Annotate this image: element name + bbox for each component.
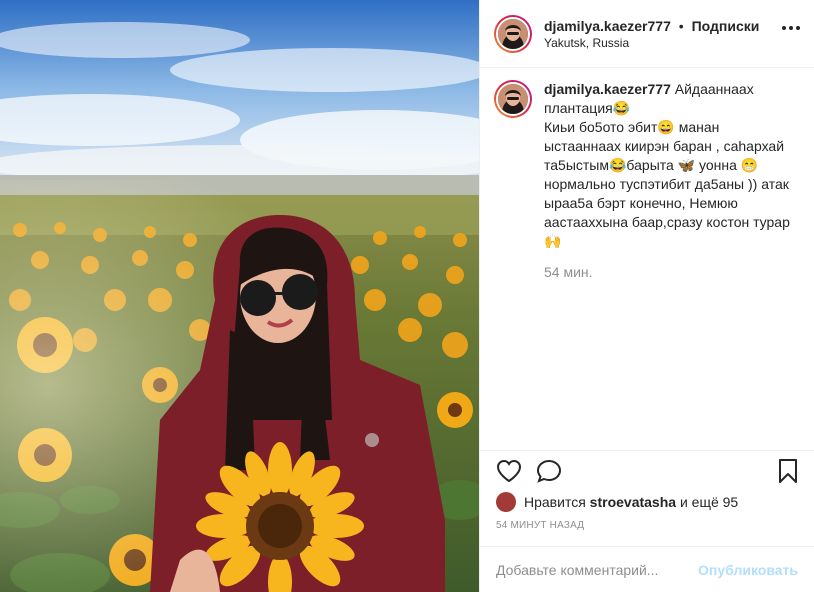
likes-count[interactable]: и ещё 95 xyxy=(680,494,738,510)
likes-summary[interactable]: Нравится stroevatasha и ещё 95 xyxy=(496,492,738,512)
post-photo[interactable] xyxy=(0,0,479,592)
post-header: djamilya.kaezer777 • Подписки Yakutsk, R… xyxy=(480,0,814,68)
avatar-image xyxy=(498,18,528,49)
follow-status-button[interactable]: Подписки xyxy=(692,18,760,34)
caption-comment: djamilya.kaezer777 Айдааннаах плантация😂… xyxy=(480,68,814,282)
author-username[interactable]: djamilya.kaezer777 xyxy=(544,18,671,34)
comment-input[interactable] xyxy=(496,561,696,578)
liker-username[interactable]: stroevatasha xyxy=(590,494,676,510)
caption-author-avatar[interactable] xyxy=(494,80,532,118)
separator-dot: • xyxy=(678,17,684,34)
post-details-panel: djamilya.kaezer777 • Подписки Yakutsk, R… xyxy=(479,0,814,592)
sunflower-field-image xyxy=(0,0,479,592)
more-options-icon[interactable] xyxy=(782,26,800,30)
speech-bubble-icon[interactable] xyxy=(536,459,562,483)
avatar xyxy=(496,16,530,51)
add-comment-bar: Опубликовать xyxy=(480,546,814,592)
likes-prefix: Нравится xyxy=(524,494,586,510)
caption-username[interactable]: djamilya.kaezer777 xyxy=(544,81,671,97)
heart-icon[interactable] xyxy=(496,459,522,483)
avatar xyxy=(496,82,530,116)
caption-text: Айдааннаах плантация😂 Киьи бо5ото эбит😄 … xyxy=(544,81,790,249)
avatar-image xyxy=(498,84,528,114)
post-actions-bar xyxy=(480,450,814,490)
post-timestamp[interactable]: 54 МИНУТ НАЗАД xyxy=(496,520,584,531)
publish-button[interactable]: Опубликовать xyxy=(698,562,798,578)
caption-timestamp: 54 мин. xyxy=(544,264,593,280)
author-avatar[interactable] xyxy=(494,14,532,53)
post-location[interactable]: Yakutsk, Russia xyxy=(544,35,759,51)
liker-avatar[interactable] xyxy=(496,492,516,512)
bookmark-icon[interactable] xyxy=(777,458,799,484)
